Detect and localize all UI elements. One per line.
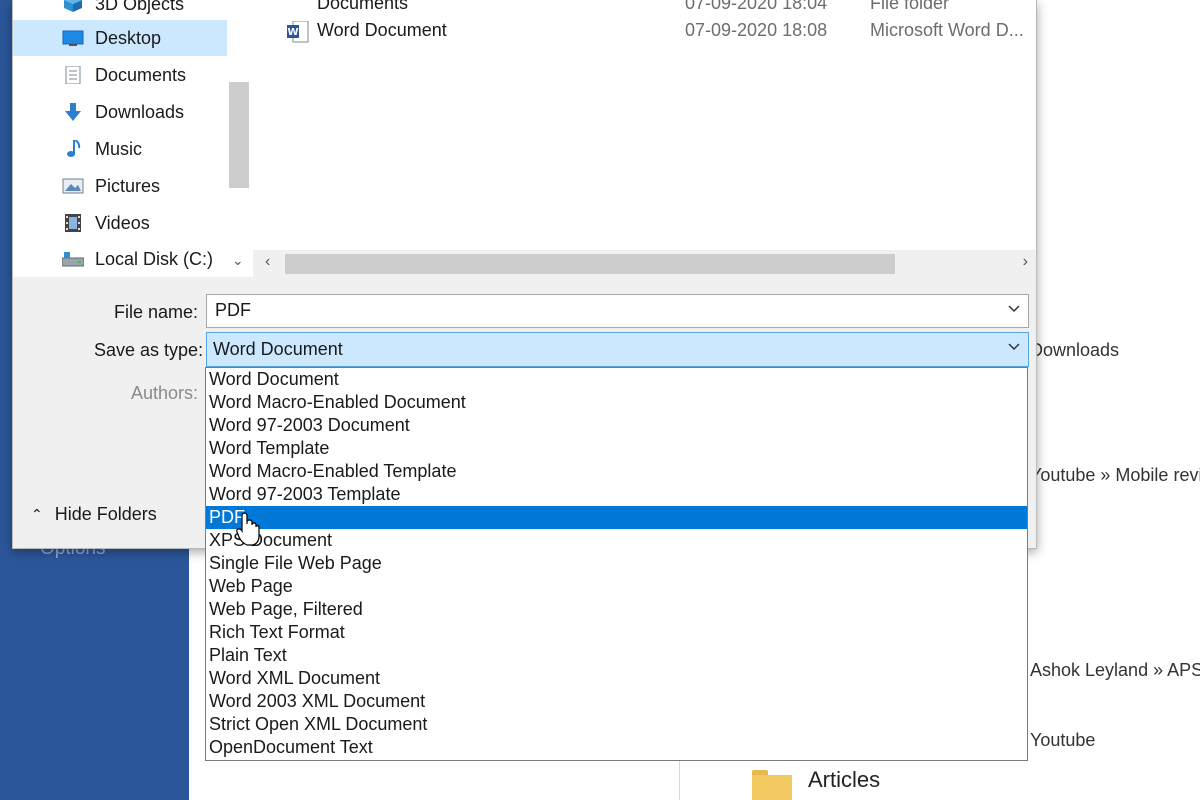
save-as-type-dropdown: Word Document Word Macro-Enabled Documen… xyxy=(205,367,1028,761)
chevron-down-icon[interactable] xyxy=(1008,302,1020,314)
file-row[interactable]: Documents 07-09-2020 18:04 File folder xyxy=(253,0,1036,18)
type-option-word-macro-enabled-template[interactable]: Word Macro-Enabled Template xyxy=(206,460,1027,483)
music-icon xyxy=(67,140,81,157)
nav-item-downloads[interactable]: Downloads xyxy=(13,94,227,130)
file-type: File folder xyxy=(870,0,950,13)
downloads-icon xyxy=(65,103,81,121)
recent-folder-downloads[interactable]: Downloads xyxy=(1030,340,1119,361)
local-disk-icon xyxy=(62,252,84,267)
hide-folders-label: Hide Folders xyxy=(54,504,157,524)
type-option-opendocument-text[interactable]: OpenDocument Text xyxy=(206,736,1027,759)
nav-item-desktop[interactable]: Desktop xyxy=(13,20,227,56)
nav-item-local-disk[interactable]: Local Disk (C:) xyxy=(13,241,227,277)
horizontal-scrollbar-thumb[interactable] xyxy=(285,254,895,274)
nav-scrollbar-thumb[interactable] xyxy=(229,82,249,188)
recent-folder-mobile-review[interactable]: Youtube » Mobile review xyxy=(1030,465,1200,486)
svg-text:W: W xyxy=(287,27,298,38)
nav-item-label: Desktop xyxy=(95,27,162,48)
navigation-pane: 3D Objects Desktop Documents Downloads M… xyxy=(13,0,253,277)
type-option-word-template[interactable]: Word Template xyxy=(206,437,1027,460)
nav-item-label: Documents xyxy=(95,64,187,85)
nav-item-label: Downloads xyxy=(95,101,185,122)
pictures-icon xyxy=(62,178,84,194)
save-as-type-select[interactable]: Word Document xyxy=(206,332,1029,367)
nav-item-videos[interactable]: Videos xyxy=(13,205,227,241)
chevron-left-icon[interactable]: ‹ xyxy=(265,253,270,271)
nav-item-label: Pictures xyxy=(95,175,161,196)
file-type: Microsoft Word D... xyxy=(870,20,1024,40)
file-name: Documents xyxy=(317,0,409,13)
type-option-word-2003-xml-document[interactable]: Word 2003 XML Document xyxy=(206,690,1027,713)
nav-pane-scrollbar[interactable]: ⌄ xyxy=(227,0,251,277)
type-option-web-page[interactable]: Web Page xyxy=(206,575,1027,598)
chevron-down-icon[interactable]: ⌄ xyxy=(232,252,244,269)
type-option-pdf[interactable]: PDF xyxy=(206,506,1027,529)
desktop-icon xyxy=(62,30,84,46)
file-list: Documents 07-09-2020 18:04 File folder W… xyxy=(253,0,1036,277)
save-as-type-label: Save as type: xyxy=(94,340,204,360)
recent-folder-aps2[interactable]: Ashok Leyland » APS2 » xyxy=(1030,660,1200,681)
file-list-horizontal-scrollbar[interactable]: ‹ › xyxy=(253,250,1036,277)
file-date: 07-09-2020 18:04 xyxy=(685,0,828,13)
nav-item-label: Music xyxy=(95,138,143,159)
nav-item-label: Videos xyxy=(95,212,150,233)
nav-item-documents[interactable]: Documents xyxy=(13,57,227,93)
type-option-word-97-2003-template[interactable]: Word 97-2003 Template xyxy=(206,483,1027,506)
hide-folders-button[interactable]: ⌃ Hide Folders xyxy=(31,504,157,525)
type-option-web-page-filtered[interactable]: Web Page, Filtered xyxy=(206,598,1027,621)
type-option-strict-open-xml-document[interactable]: Strict Open XML Document xyxy=(206,713,1027,736)
file-name: Word Document xyxy=(317,20,447,40)
word-doc-icon: W xyxy=(287,21,309,43)
file-name-value: PDF xyxy=(215,300,251,320)
save-as-type-value: Word Document xyxy=(213,339,343,359)
chevron-down-icon[interactable] xyxy=(1008,340,1020,352)
3d-objects-icon xyxy=(64,0,82,12)
type-option-word-97-2003-document[interactable]: Word 97-2003 Document xyxy=(206,414,1027,437)
type-option-word-macro-enabled-document[interactable]: Word Macro-Enabled Document xyxy=(206,391,1027,414)
videos-icon xyxy=(65,214,81,232)
type-option-plain-text[interactable]: Plain Text xyxy=(206,644,1027,667)
nav-item-label: 3D Objects xyxy=(95,0,185,14)
chevron-right-icon[interactable]: › xyxy=(1023,253,1028,271)
nav-item-3d-objects[interactable]: 3D Objects xyxy=(13,0,227,22)
type-option-xps-document[interactable]: XPS Document xyxy=(206,529,1027,552)
articles-folder-label[interactable]: Articles xyxy=(808,767,880,793)
chevron-up-icon: ⌃ xyxy=(31,506,43,522)
file-name-label: File name: xyxy=(114,302,199,322)
nav-item-label: Local Disk (C:) xyxy=(95,248,214,269)
documents-icon xyxy=(65,66,81,84)
file-row[interactable]: W Word Document 07-09-2020 18:08 Microso… xyxy=(253,17,1036,45)
type-option-word-xml-document[interactable]: Word XML Document xyxy=(206,667,1027,690)
type-option-word-document[interactable]: Word Document xyxy=(206,368,1027,391)
file-date: 07-09-2020 18:08 xyxy=(685,20,828,40)
file-name-input[interactable]: PDF xyxy=(206,294,1029,328)
type-option-rich-text-format[interactable]: Rich Text Format xyxy=(206,621,1027,644)
recent-folder-youtube[interactable]: Youtube xyxy=(1030,730,1095,751)
authors-label: Authors: xyxy=(131,383,199,403)
nav-item-pictures[interactable]: Pictures xyxy=(13,168,227,204)
nav-item-music[interactable]: Music xyxy=(13,131,227,167)
type-option-single-file-web-page[interactable]: Single File Web Page xyxy=(206,552,1027,575)
folder-icon xyxy=(752,770,792,800)
